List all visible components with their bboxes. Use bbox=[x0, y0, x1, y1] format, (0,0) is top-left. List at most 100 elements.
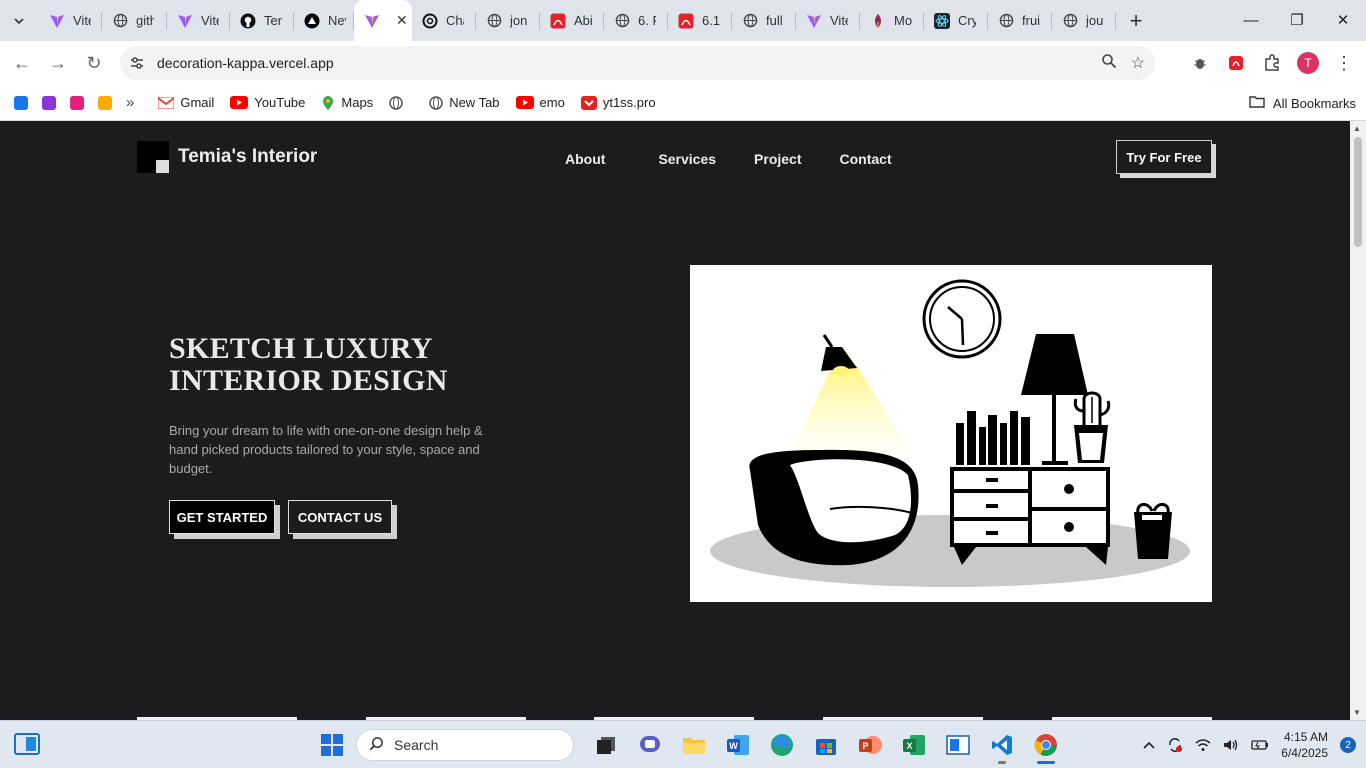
browser-tab[interactable]: gith bbox=[102, 0, 167, 41]
bookmark-youtube[interactable]: YouTube bbox=[230, 95, 305, 110]
scroll-up-icon[interactable]: ▲ bbox=[1353, 124, 1361, 133]
site-info-icon[interactable] bbox=[120, 55, 154, 71]
pdf-extension-icon[interactable] bbox=[1218, 45, 1254, 81]
vscode-icon[interactable] bbox=[982, 725, 1022, 765]
tab-list: Vite gith Vite Ten Nev ✕ Cha jon Abi 6. F 6.1 full V… bbox=[39, 0, 1116, 41]
edge-browser-icon[interactable] bbox=[762, 725, 802, 765]
system-tray: 4:15 AM 6/4/2025 2 bbox=[1143, 721, 1356, 768]
browser-tab[interactable]: jon bbox=[476, 0, 540, 41]
openai-icon bbox=[422, 13, 438, 29]
browser-tab[interactable]: Cry bbox=[924, 0, 988, 41]
new-tab-button[interactable]: + bbox=[1122, 7, 1150, 35]
browser-tab[interactable]: Abi bbox=[540, 0, 604, 41]
zoom-icon[interactable] bbox=[1101, 53, 1117, 74]
all-bookmarks-button[interactable]: All Bookmarks bbox=[1249, 85, 1356, 121]
search-icon bbox=[369, 736, 384, 755]
browser-tab-active[interactable]: ✕ bbox=[354, 0, 412, 41]
get-started-button[interactable]: GET STARTED bbox=[169, 500, 275, 534]
bookmark-app-icon[interactable] bbox=[70, 95, 84, 110]
browser-tab[interactable]: Mo bbox=[860, 0, 924, 41]
browser-tab[interactable]: frui bbox=[988, 0, 1052, 41]
nav-link-services[interactable]: Services bbox=[658, 151, 716, 167]
excel-icon[interactable]: X bbox=[894, 725, 934, 765]
cactus-plant-icon bbox=[1073, 391, 1111, 463]
file-explorer-icon[interactable] bbox=[674, 725, 714, 765]
bookmark-globe[interactable] bbox=[389, 95, 409, 110]
extensions-puzzle-icon[interactable] bbox=[1254, 45, 1290, 81]
bookmark-star-icon[interactable]: ☆ bbox=[1131, 53, 1145, 73]
menu-kebab-icon[interactable]: ⋮ bbox=[1326, 45, 1362, 81]
armchair-icon bbox=[749, 449, 919, 566]
task-view-icon[interactable] bbox=[586, 725, 626, 765]
browser-tab[interactable]: full bbox=[732, 0, 796, 41]
bookmark-app-icon[interactable] bbox=[42, 95, 56, 110]
url-text[interactable]: decoration-kappa.vercel.app bbox=[157, 55, 334, 71]
browser-tab[interactable]: Cha bbox=[412, 0, 476, 41]
contact-us-button[interactable]: CONTACT US bbox=[288, 500, 392, 534]
lamp-light-beam bbox=[790, 365, 912, 455]
close-tab-icon[interactable]: ✕ bbox=[396, 12, 408, 29]
vite-icon bbox=[49, 13, 65, 29]
react-icon bbox=[934, 12, 950, 29]
browser-tab[interactable]: Vite bbox=[167, 0, 230, 41]
volume-icon[interactable] bbox=[1223, 738, 1239, 752]
widgets-icon[interactable] bbox=[14, 733, 40, 755]
profile-avatar[interactable]: T bbox=[1290, 45, 1326, 81]
microsoft-store-icon[interactable] bbox=[806, 725, 846, 765]
scrollbar-thumb[interactable] bbox=[1354, 137, 1362, 247]
browser-tab[interactable]: Nev bbox=[294, 0, 354, 41]
more-bookmarks-icon[interactable]: » bbox=[126, 94, 134, 111]
teams-chat-icon[interactable] bbox=[630, 725, 670, 765]
browser-tab[interactable]: jou bbox=[1052, 0, 1116, 41]
battery-icon[interactable] bbox=[1251, 739, 1269, 751]
chevron-up-icon[interactable] bbox=[1143, 741, 1155, 749]
browser-tab[interactable]: 6.1 bbox=[668, 0, 732, 41]
browser-tab[interactable]: 6. F bbox=[604, 0, 668, 41]
start-menu-icon[interactable] bbox=[312, 725, 352, 765]
reload-icon[interactable]: ↻ bbox=[76, 45, 112, 81]
maximize-icon[interactable]: ❐ bbox=[1274, 0, 1320, 40]
back-icon[interactable]: ← bbox=[4, 45, 40, 81]
try-for-free-button[interactable]: Try For Free bbox=[1116, 140, 1212, 174]
word-icon[interactable]: W bbox=[718, 725, 758, 765]
tab-title: Vite bbox=[73, 13, 91, 28]
nav-link-contact[interactable]: Contact bbox=[840, 151, 892, 167]
youtube-icon bbox=[515, 96, 534, 109]
vite-icon bbox=[806, 13, 822, 29]
bookmark-app-icon[interactable] bbox=[98, 95, 112, 110]
notification-badge[interactable]: 2 bbox=[1340, 737, 1356, 753]
nav-link-project[interactable]: Project bbox=[754, 151, 801, 167]
tab-title: gith bbox=[136, 13, 154, 28]
powerpoint-icon[interactable]: P bbox=[850, 725, 890, 765]
wifi-icon[interactable] bbox=[1195, 738, 1211, 752]
close-window-icon[interactable]: ✕ bbox=[1320, 0, 1366, 40]
bookmark-gmail[interactable]: Gmail bbox=[158, 95, 214, 110]
sandbox-app-icon[interactable] bbox=[938, 725, 978, 765]
page-scrollbar[interactable]: ▲ ▼ bbox=[1350, 121, 1366, 720]
nav-link-about[interactable]: About bbox=[565, 151, 605, 167]
taskbar-search-box[interactable]: Search bbox=[356, 729, 574, 761]
tab-title: Cry bbox=[958, 13, 976, 28]
scroll-down-icon[interactable]: ▼ bbox=[1353, 708, 1361, 717]
sync-icon[interactable] bbox=[1167, 737, 1183, 753]
maps-icon bbox=[321, 95, 335, 110]
chrome-icon[interactable] bbox=[1026, 725, 1066, 765]
bug-extension-icon[interactable] bbox=[1182, 45, 1218, 81]
browser-tab[interactable]: Vite bbox=[39, 0, 102, 41]
bookmark-maps[interactable]: Maps bbox=[321, 95, 373, 110]
browser-tab[interactable]: Vite bbox=[796, 0, 860, 41]
bookmarks-bar: » Gmail YouTube Maps New Tab emo yt1ss.p… bbox=[0, 85, 1366, 121]
logo-mark-icon bbox=[137, 141, 169, 173]
tab-search-button[interactable] bbox=[5, 7, 33, 35]
globe-icon bbox=[389, 95, 403, 110]
system-clock[interactable]: 4:15 AM 6/4/2025 bbox=[1281, 729, 1328, 761]
minimize-icon[interactable]: — bbox=[1228, 0, 1274, 40]
bookmark-app-icon[interactable] bbox=[14, 95, 28, 110]
bookmark-yt1ss[interactable]: yt1ss.pro bbox=[580, 95, 656, 110]
browser-tab[interactable]: Ten bbox=[230, 0, 294, 41]
forward-icon[interactable]: → bbox=[40, 45, 76, 81]
address-bar[interactable]: decoration-kappa.vercel.app ☆ bbox=[120, 46, 1155, 80]
site-logo[interactable]: Temia's Interior bbox=[137, 141, 317, 173]
bookmark-emo[interactable]: emo bbox=[515, 95, 565, 110]
bookmark-new-tab[interactable]: New Tab bbox=[429, 95, 500, 110]
